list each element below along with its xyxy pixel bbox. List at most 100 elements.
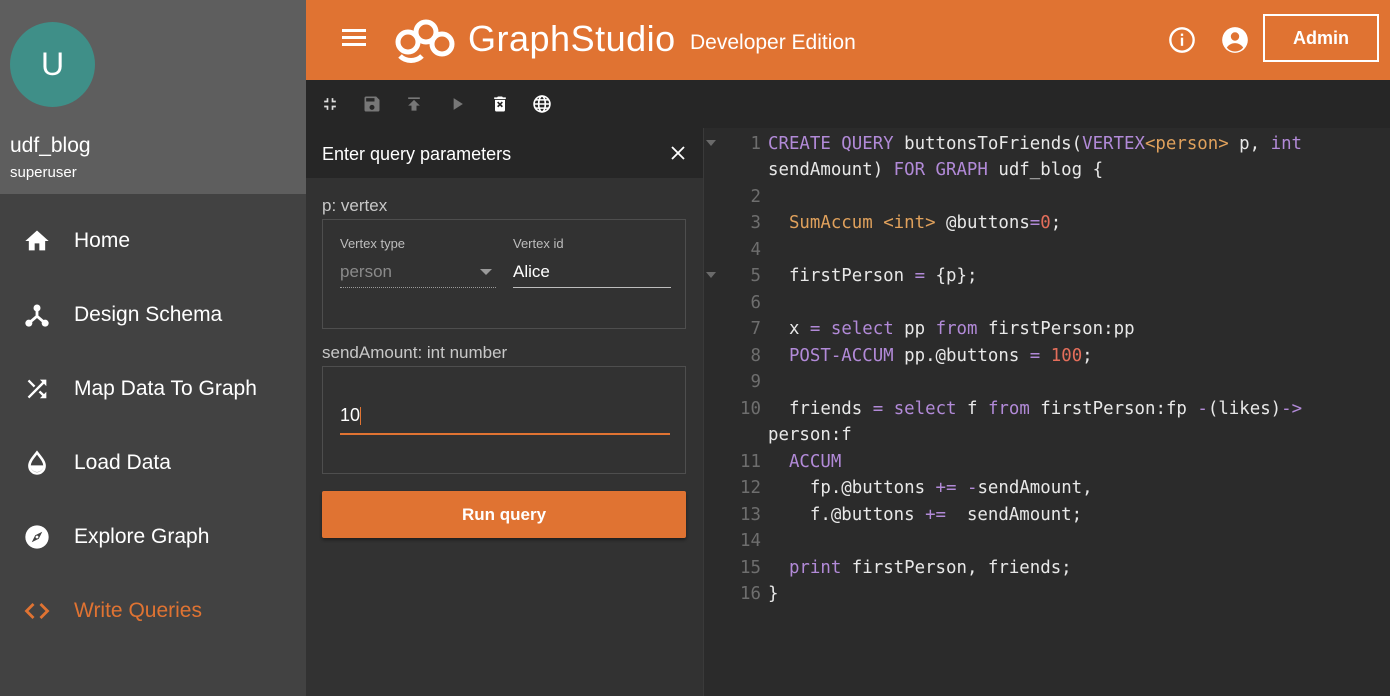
- code-text: SumAccum <int> @buttons=0;: [788, 213, 1062, 233]
- code-text: print firstPerson, friends;: [788, 558, 1072, 578]
- code-line: 8 POST-ACCUM pp.@buttons = 100;: [704, 346, 1390, 372]
- code-text: POST-ACCUM pp.@buttons = 100;: [788, 346, 1093, 366]
- code-line: 1 CREATE QUERY buttonsToFriends(VERTEX<p…: [704, 134, 1390, 160]
- run-icon[interactable]: [447, 94, 467, 114]
- line-number: 15: [740, 558, 761, 578]
- delete-icon[interactable]: [490, 94, 510, 114]
- vertex-id-label: Vertex id: [513, 236, 564, 251]
- sidebar: U udf_blog superuser Home Design Schema: [0, 0, 306, 696]
- top-app-bar: GraphStudio Developer Edition Admin: [306, 0, 1390, 80]
- sidebar-item-home[interactable]: Home: [0, 204, 306, 278]
- code-text: CREATE QUERY buttonsToFriends(VERTEX<per…: [768, 134, 1303, 154]
- code-line: 13 f.@buttons += sendAmount;: [704, 505, 1390, 531]
- code-line: 12 fp.@buttons += -sendAmount,: [704, 478, 1390, 504]
- code-line: 16 }: [704, 584, 1390, 610]
- vertex-param-box: Vertex type person Vertex id Alice: [322, 219, 686, 329]
- code-line: 10 friends = select f from firstPerson:f…: [704, 399, 1390, 425]
- query-toolbar: [306, 80, 1390, 128]
- code-line: sendAmount) FOR GRAPH udf_blog {: [704, 160, 1390, 186]
- sidebar-nav: Home Design Schema Map Data To Graph Loa…: [0, 204, 306, 648]
- param-p-label: p: vertex: [322, 196, 388, 215]
- dropdown-arrow-icon: [480, 269, 492, 275]
- send-amount-box: 10: [322, 366, 686, 474]
- line-number: 7: [750, 319, 761, 339]
- code-text: firstPerson = {p};: [788, 266, 978, 286]
- username: udf_blog: [10, 134, 91, 157]
- sidebar-item-label: Home: [74, 229, 131, 252]
- line-number: 3: [750, 213, 761, 233]
- line-number: 6: [750, 293, 761, 313]
- query-editor[interactable]: 1 CREATE QUERY buttonsToFriends(VERTEX<p…: [703, 128, 1390, 696]
- code-text: }: [768, 584, 779, 604]
- shuffle-icon: [0, 375, 74, 403]
- vertex-id-input[interactable]: Alice: [513, 262, 671, 288]
- code-line: 9: [704, 372, 1390, 398]
- info-icon[interactable]: [1168, 26, 1196, 54]
- sidebar-item-label: Design Schema: [74, 303, 223, 326]
- schema-icon: [0, 301, 74, 329]
- line-number: 9: [750, 372, 761, 392]
- line-number: 1: [750, 134, 761, 154]
- collapse-icon[interactable]: [320, 94, 340, 114]
- code-line: 5 firstPerson = {p};: [704, 266, 1390, 292]
- line-number: 12: [740, 478, 761, 498]
- code-text: sendAmount) FOR GRAPH udf_blog {: [768, 160, 1104, 180]
- line-number: 2: [750, 187, 761, 207]
- home-icon: [0, 227, 74, 255]
- text-cursor: [360, 407, 362, 426]
- sidebar-item-load-data[interactable]: Load Data: [0, 426, 306, 500]
- code-line: 6: [704, 293, 1390, 319]
- code-text: f.@buttons += sendAmount;: [809, 505, 1083, 525]
- sidebar-item-label: Load Data: [74, 451, 171, 474]
- sidebar-item-label: Map Data To Graph: [74, 377, 257, 400]
- code-text: person:f: [768, 425, 852, 445]
- line-number: 14: [740, 531, 761, 551]
- param-send-label: sendAmount: int number: [322, 343, 508, 362]
- user-role: superuser: [10, 164, 77, 181]
- admin-button[interactable]: Admin: [1263, 14, 1379, 62]
- code-line: person:f: [704, 425, 1390, 451]
- code-text: ACCUM: [788, 452, 842, 472]
- code-line: 4: [704, 240, 1390, 266]
- line-number: 13: [740, 505, 761, 525]
- code-line: 3 SumAccum <int> @buttons=0;: [704, 213, 1390, 239]
- code-line: 14: [704, 531, 1390, 557]
- code-line: 2: [704, 187, 1390, 213]
- sidebar-item-write-queries[interactable]: Write Queries: [0, 574, 306, 648]
- send-amount-value: 10: [340, 405, 361, 425]
- vertex-type-label: Vertex type: [340, 236, 406, 251]
- line-number: 11: [740, 452, 761, 472]
- publish-icon[interactable]: [404, 94, 424, 114]
- code-text: fp.@buttons += -sendAmount,: [809, 478, 1093, 498]
- user-profile: U udf_blog superuser: [0, 0, 306, 194]
- code-icon: [0, 597, 74, 625]
- save-icon[interactable]: [362, 94, 382, 114]
- params-header: Enter query parameters: [306, 128, 703, 178]
- query-params-panel: Enter query parameters p: vertex Vertex …: [306, 128, 703, 696]
- compass-icon: [0, 523, 74, 551]
- code-text: friends = select f from firstPerson:fp -…: [788, 399, 1303, 419]
- code-line: 15 print firstPerson, friends;: [704, 558, 1390, 584]
- line-number: 5: [750, 266, 761, 286]
- sidebar-item-explore-graph[interactable]: Explore Graph: [0, 500, 306, 574]
- drop-icon: [0, 449, 74, 477]
- line-number: 16: [740, 584, 761, 604]
- sidebar-item-label: Explore Graph: [74, 525, 210, 548]
- account-circle-icon[interactable]: [1221, 26, 1249, 54]
- line-number: 8: [750, 346, 761, 366]
- graphstudio-logo-icon: [390, 12, 460, 73]
- globe-icon[interactable]: [532, 94, 552, 114]
- menu-icon[interactable]: [336, 25, 372, 55]
- fold-arrow-icon[interactable]: [706, 272, 716, 278]
- fold-arrow-icon[interactable]: [706, 140, 716, 146]
- sidebar-item-design-schema[interactable]: Design Schema: [0, 278, 306, 352]
- vertex-type-select[interactable]: person: [340, 262, 496, 288]
- send-amount-input[interactable]: 10: [340, 405, 670, 435]
- code-text: x = select pp from firstPerson:pp: [788, 319, 1135, 339]
- avatar[interactable]: U: [10, 22, 95, 107]
- code-line: 11 ACCUM: [704, 452, 1390, 478]
- run-query-button[interactable]: Run query: [322, 491, 686, 538]
- sidebar-item-map-data[interactable]: Map Data To Graph: [0, 352, 306, 426]
- close-icon[interactable]: [669, 144, 687, 162]
- line-number: 10: [740, 399, 761, 419]
